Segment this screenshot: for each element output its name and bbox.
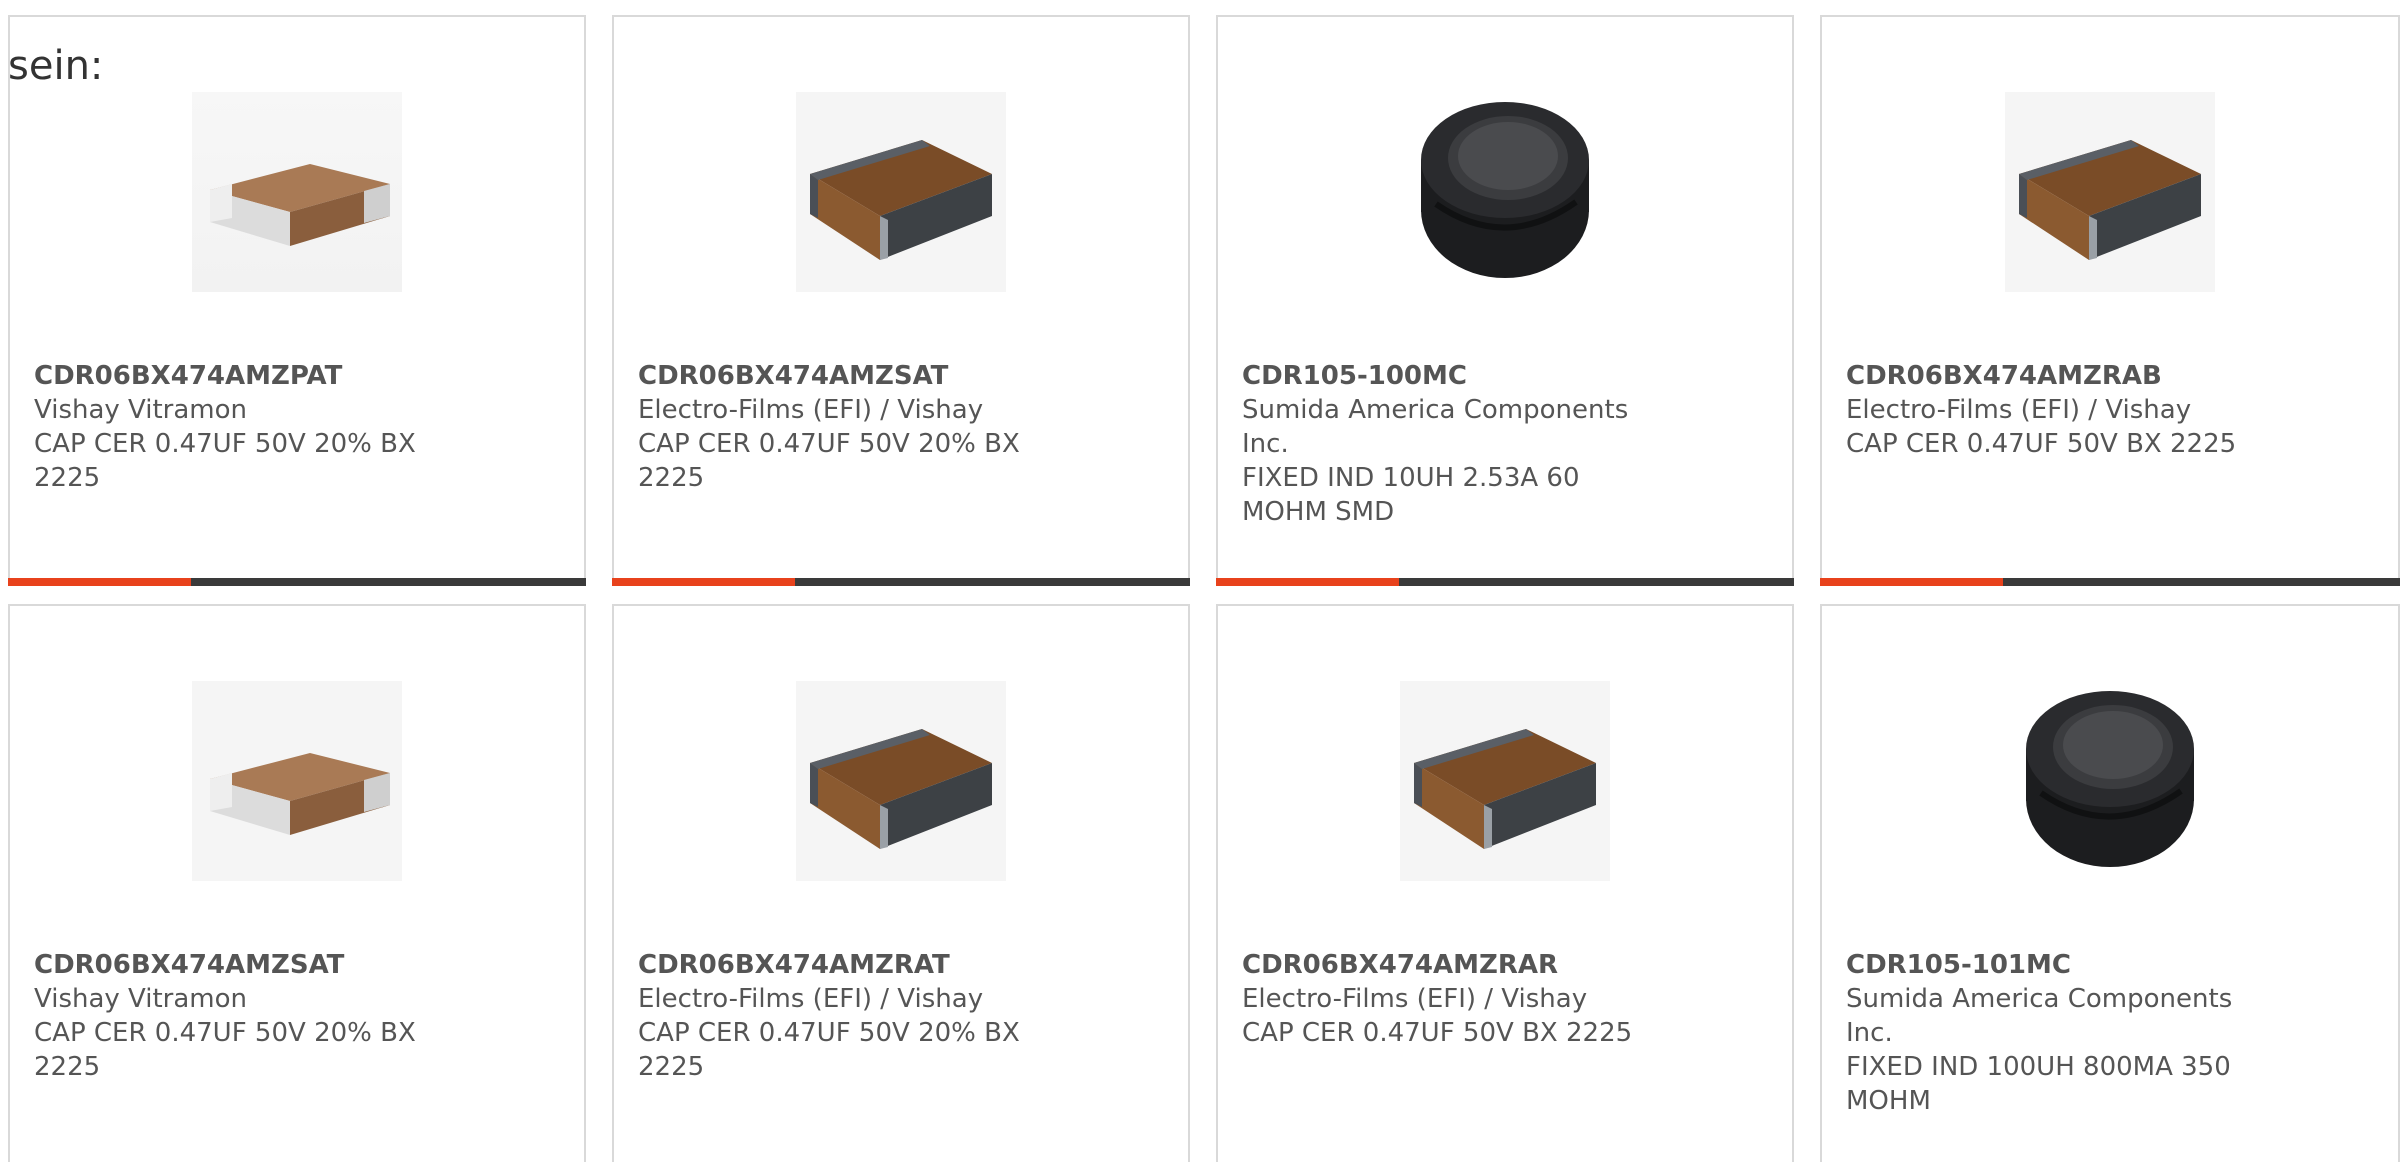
smd-inductor-icon — [1400, 92, 1610, 292]
manufacturer: Electro-Films (EFI) / Vishay — [638, 395, 984, 425]
product-image[interactable] — [10, 87, 584, 297]
product-info: CDR105-101MC Sumida America Components I… — [1846, 948, 2266, 1118]
card-bottom-bar — [8, 578, 586, 586]
part-number-link[interactable]: CDR06BX474AMZSAT — [34, 948, 454, 982]
part-number-link[interactable]: CDR06BX474AMZRAB — [1846, 359, 2266, 393]
smd-inductor-icon — [2005, 681, 2215, 881]
product-image[interactable] — [1218, 87, 1792, 297]
manufacturer: Electro-Films (EFI) / Vishay — [1846, 395, 2192, 425]
product-image[interactable] — [1218, 676, 1792, 886]
description: FIXED IND 100UH 800MA 350 MOHM — [1846, 1052, 2231, 1116]
product-info: CDR105-100MC Sumida America Components I… — [1242, 359, 1662, 529]
product-image[interactable] — [614, 676, 1188, 886]
manufacturer: Sumida America Components Inc. — [1846, 984, 2233, 1048]
product-info: CDR06BX474AMZRAR Electro-Films (EFI) / V… — [1242, 948, 1662, 1050]
product-card[interactable]: CDR06BX474AMZRAT Electro-Films (EFI) / V… — [612, 604, 1190, 1162]
product-image[interactable] — [614, 87, 1188, 297]
manufacturer: Vishay Vitramon — [34, 395, 248, 425]
card-bar-accent — [1216, 578, 1399, 586]
description: CAP CER 0.47UF 50V 20% BX 2225 — [638, 429, 1020, 493]
ceramic-capacitor-white-terminals-icon — [192, 92, 402, 292]
manufacturer: Electro-Films (EFI) / Vishay — [1242, 984, 1588, 1014]
part-number-link[interactable]: CDR06BX474AMZPAT — [34, 359, 454, 393]
ceramic-capacitor-dark-terminals-icon — [1400, 681, 1610, 881]
description: CAP CER 0.47UF 50V 20% BX 2225 — [34, 429, 416, 493]
description: CAP CER 0.47UF 50V 20% BX 2225 — [638, 1018, 1020, 1082]
card-bottom-bar — [612, 578, 1190, 586]
description: CAP CER 0.47UF 50V 20% BX 2225 — [34, 1018, 416, 1082]
part-number-link[interactable]: CDR105-101MC — [1846, 948, 2266, 982]
card-bar-accent — [612, 578, 795, 586]
manufacturer: Vishay Vitramon — [34, 984, 248, 1014]
product-image[interactable] — [1822, 87, 2398, 297]
product-card[interactable]: CDR06BX474AMZRAR Electro-Films (EFI) / V… — [1216, 604, 1794, 1162]
product-image[interactable] — [1822, 676, 2398, 886]
card-bar-accent — [1820, 578, 2003, 586]
product-info: CDR06BX474AMZPAT Vishay Vitramon CAP CER… — [34, 359, 454, 495]
card-bar-accent — [8, 578, 191, 586]
description: CAP CER 0.47UF 50V BX 2225 — [1242, 1018, 1633, 1048]
part-number-link[interactable]: CDR06BX474AMZRAR — [1242, 948, 1662, 982]
product-card[interactable]: CDR06BX474AMZSAT Vishay Vitramon CAP CER… — [8, 604, 586, 1162]
ceramic-capacitor-dark-terminals-icon — [796, 92, 1006, 292]
ceramic-capacitor-white-terminals-icon — [192, 681, 402, 881]
intro-text: sein: — [8, 43, 104, 89]
product-info: CDR06BX474AMZRAT Electro-Films (EFI) / V… — [638, 948, 1058, 1084]
product-card[interactable]: CDR06BX474AMZPAT Vishay Vitramon CAP CER… — [8, 15, 586, 586]
ceramic-capacitor-dark-terminals-icon — [796, 681, 1006, 881]
part-number-link[interactable]: CDR105-100MC — [1242, 359, 1662, 393]
product-card[interactable]: CDR105-100MC Sumida America Components I… — [1216, 15, 1794, 586]
product-card[interactable]: CDR06BX474AMZRAB Electro-Films (EFI) / V… — [1820, 15, 2400, 586]
description: CAP CER 0.47UF 50V BX 2225 — [1846, 429, 2237, 459]
ceramic-capacitor-dark-terminals-icon — [2005, 92, 2215, 292]
description: FIXED IND 10UH 2.53A 60 MOHM SMD — [1242, 463, 1580, 527]
product-info: CDR06BX474AMZSAT Vishay Vitramon CAP CER… — [34, 948, 454, 1084]
manufacturer: Sumida America Components Inc. — [1242, 395, 1629, 459]
card-bottom-bar — [1216, 578, 1794, 586]
product-image[interactable] — [10, 676, 584, 886]
part-number-link[interactable]: CDR06BX474AMZRAT — [638, 948, 1058, 982]
manufacturer: Electro-Films (EFI) / Vishay — [638, 984, 984, 1014]
product-card[interactable]: CDR105-101MC Sumida America Components I… — [1820, 604, 2400, 1162]
product-grid-page: sein: CDR06BX474AMZPAT Vishay Vitramon C… — [0, 0, 2400, 1162]
product-info: CDR06BX474AMZRAB Electro-Films (EFI) / V… — [1846, 359, 2266, 461]
product-info: CDR06BX474AMZSAT Electro-Films (EFI) / V… — [638, 359, 1058, 495]
card-bottom-bar — [1820, 578, 2400, 586]
product-card[interactable]: CDR06BX474AMZSAT Electro-Films (EFI) / V… — [612, 15, 1190, 586]
part-number-link[interactable]: CDR06BX474AMZSAT — [638, 359, 1058, 393]
